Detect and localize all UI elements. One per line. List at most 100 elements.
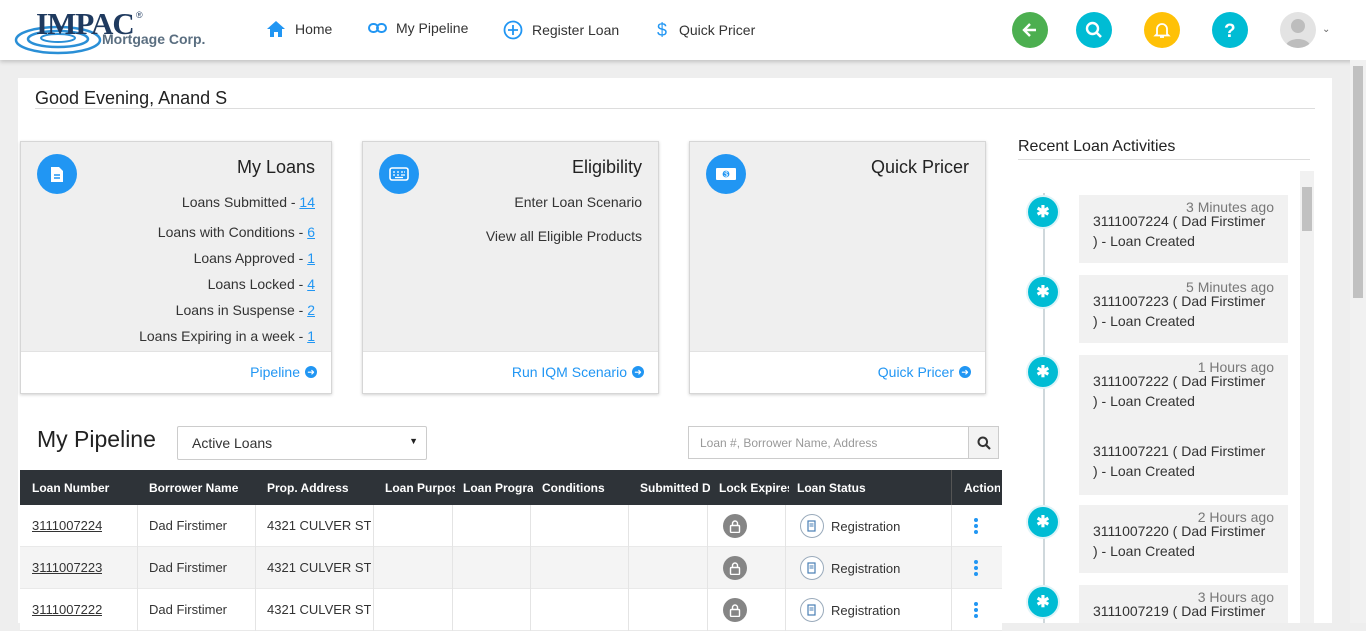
- activity-item[interactable]: 2 Hours ago 3111007220 ( Dad Firstimer )…: [1079, 505, 1288, 573]
- borrower-name: Dad Firstimer: [149, 560, 228, 575]
- pipeline-search-input[interactable]: Loan #, Borrower Name, Address: [688, 426, 969, 459]
- col-borrower-name[interactable]: Borrower Name: [149, 481, 261, 495]
- page-scroll-thumb[interactable]: [1353, 66, 1363, 298]
- nav-my-pipeline[interactable]: My Pipeline: [368, 20, 468, 36]
- enter-loan-scenario[interactable]: Enter Loan Scenario: [514, 194, 642, 210]
- cell-divider: [373, 505, 374, 547]
- help-button[interactable]: ?: [1212, 12, 1248, 48]
- borrower-name: Dad Firstimer: [149, 602, 228, 617]
- home-icon: [267, 21, 285, 37]
- loans-conditions-row: Loans with Conditions - 6: [158, 224, 315, 240]
- row-actions-menu-icon[interactable]: [973, 601, 979, 622]
- notifications-button[interactable]: [1144, 12, 1180, 48]
- activities-scrollbar[interactable]: [1300, 171, 1314, 623]
- link-icon: [368, 23, 387, 33]
- loan-number-link[interactable]: 3111007222: [32, 602, 102, 617]
- loan-number-link[interactable]: 3111007224: [32, 518, 102, 533]
- nav-home-label: Home: [295, 21, 333, 37]
- document-icon: [37, 154, 77, 194]
- back-button[interactable]: [1012, 12, 1048, 48]
- loans-submitted-label: Loans Submitted -: [181, 194, 300, 210]
- greeting-text: Good Evening, Anand S: [35, 88, 228, 108]
- lock-icon[interactable]: [723, 556, 747, 580]
- lock-icon[interactable]: [723, 598, 747, 622]
- nav-home[interactable]: Home: [266, 20, 332, 38]
- chevron-down-icon[interactable]: ⌄: [1322, 24, 1330, 35]
- cell-divider: [373, 589, 374, 631]
- pipeline-filter-select[interactable]: Active Loans ▼: [177, 426, 427, 460]
- quick-pricer-link[interactable]: Quick Pricer ➜: [878, 364, 971, 380]
- greeting-divider: [35, 108, 1315, 109]
- nav-register-loan-label: Register Loan: [532, 22, 620, 38]
- view-eligible-products[interactable]: View all Eligible Products: [486, 228, 642, 244]
- cell-divider: [951, 547, 952, 589]
- search-button[interactable]: [1076, 12, 1112, 48]
- loans-suspense-link[interactable]: 2: [307, 302, 315, 318]
- svg-text:?: ?: [1224, 21, 1236, 40]
- page-scrollbar[interactable]: [1350, 60, 1366, 623]
- dashboard-panel: Good Evening, Anand S My Loans Loans Sub…: [18, 78, 1332, 631]
- logo-subtitle: Mortgage Corp.: [102, 31, 206, 47]
- col-loan-program[interactable]: Loan Progra: [463, 481, 533, 495]
- col-loan-purpose[interactable]: Loan Purpos: [385, 481, 455, 495]
- arrow-left-icon: [1022, 23, 1036, 37]
- lock-icon[interactable]: [723, 514, 747, 538]
- loans-submitted-link[interactable]: 14: [299, 194, 315, 210]
- caret-down-icon: ▼: [409, 436, 418, 446]
- loans-suspense-label: Loans in Suspense -: [175, 302, 308, 318]
- activities-scroll-thumb[interactable]: [1302, 187, 1312, 231]
- cell-divider: [707, 547, 708, 589]
- loans-approved-row: Loans Approved - 1: [194, 250, 315, 266]
- pipeline-link[interactable]: Pipeline ➜: [250, 364, 317, 380]
- impac-logo[interactable]: IMPAC ® Mortgage Corp.: [14, 6, 214, 56]
- col-conditions[interactable]: Conditions: [542, 481, 632, 495]
- loans-conditions-link[interactable]: 6: [307, 224, 315, 240]
- activity-text-line1: 3111007222 ( Dad Firstimer: [1093, 373, 1266, 389]
- quick-pricer-footer: Quick Pricer ➜: [690, 351, 985, 393]
- prop-address: 4321 CULVER ST: [267, 560, 371, 575]
- row-actions-menu-icon[interactable]: [973, 559, 979, 580]
- search-icon: [1085, 21, 1102, 38]
- cell-divider: [137, 589, 138, 631]
- activity-text-line1: 3111007221 ( Dad Firstimer: [1093, 443, 1266, 459]
- activity-item[interactable]: 5 Minutes ago 3111007223 ( Dad Firstimer…: [1079, 275, 1288, 343]
- activity-item[interactable]: 3 Minutes ago 3111007224 ( Dad Firstimer…: [1079, 195, 1288, 263]
- arrow-right-circle-icon: ➜: [305, 366, 317, 378]
- run-iqm-scenario-label: Run IQM Scenario: [511, 364, 627, 380]
- col-prop-address[interactable]: Prop. Address: [267, 481, 377, 495]
- loan-status: Registration: [831, 561, 901, 576]
- row-actions-menu-icon[interactable]: [973, 517, 979, 538]
- cell-divider: [628, 589, 629, 631]
- prop-address: 4321 CULVER ST: [267, 518, 371, 533]
- col-loan-number[interactable]: Loan Number: [32, 481, 144, 495]
- activity-asterisk-icon: ✱: [1026, 195, 1060, 229]
- user-icon: [1285, 19, 1311, 48]
- my-loans-footer: Pipeline ➜: [21, 351, 331, 393]
- run-iqm-scenario-link[interactable]: Run IQM Scenario ➜: [512, 364, 644, 380]
- col-submitted-date[interactable]: Submitted D: [640, 481, 710, 495]
- pipeline-link-label: Pipeline: [250, 364, 300, 380]
- activity-item[interactable]: 1 Hours ago 3111007222 ( Dad Firstimer )…: [1079, 355, 1288, 495]
- registration-status-icon: [800, 514, 824, 538]
- loan-number-link[interactable]: 3111007223: [32, 560, 102, 575]
- col-loan-status[interactable]: Loan Status: [797, 481, 947, 495]
- table-row[interactable]: 3111007223 Dad Firstimer 4321 CULVER ST …: [20, 547, 1002, 589]
- activity-asterisk-icon: ✱: [1026, 275, 1060, 309]
- borrower-name: Dad Firstimer: [149, 518, 228, 533]
- user-avatar[interactable]: [1280, 12, 1316, 48]
- table-row[interactable]: 3111007224 Dad Firstimer 4321 CULVER ST …: [20, 505, 1002, 547]
- activity-item[interactable]: 3 Hours ago 3111007219 ( Dad Firstimer: [1079, 585, 1288, 623]
- table-row[interactable]: 3111007222 Dad Firstimer 4321 CULVER ST …: [20, 589, 1002, 631]
- pipeline-search-button[interactable]: [969, 426, 999, 459]
- loans-expiring-link[interactable]: 1: [307, 328, 315, 344]
- loans-locked-link[interactable]: 4: [307, 276, 315, 292]
- col-lock-expires[interactable]: Lock Expires: [719, 481, 789, 495]
- cell-divider: [785, 547, 786, 589]
- nav-quick-pricer[interactable]: $ Quick Pricer: [656, 20, 755, 40]
- nav-register-loan[interactable]: Register Loan: [503, 20, 619, 40]
- activity-text-line1: 3111007219 ( Dad Firstimer: [1093, 603, 1266, 619]
- loans-submitted-row: Loans Submitted - 14: [182, 194, 315, 210]
- loans-approved-link[interactable]: 1: [307, 250, 315, 266]
- activity-asterisk-icon: ✱: [1026, 355, 1060, 389]
- activity-asterisk-icon: ✱: [1026, 585, 1060, 619]
